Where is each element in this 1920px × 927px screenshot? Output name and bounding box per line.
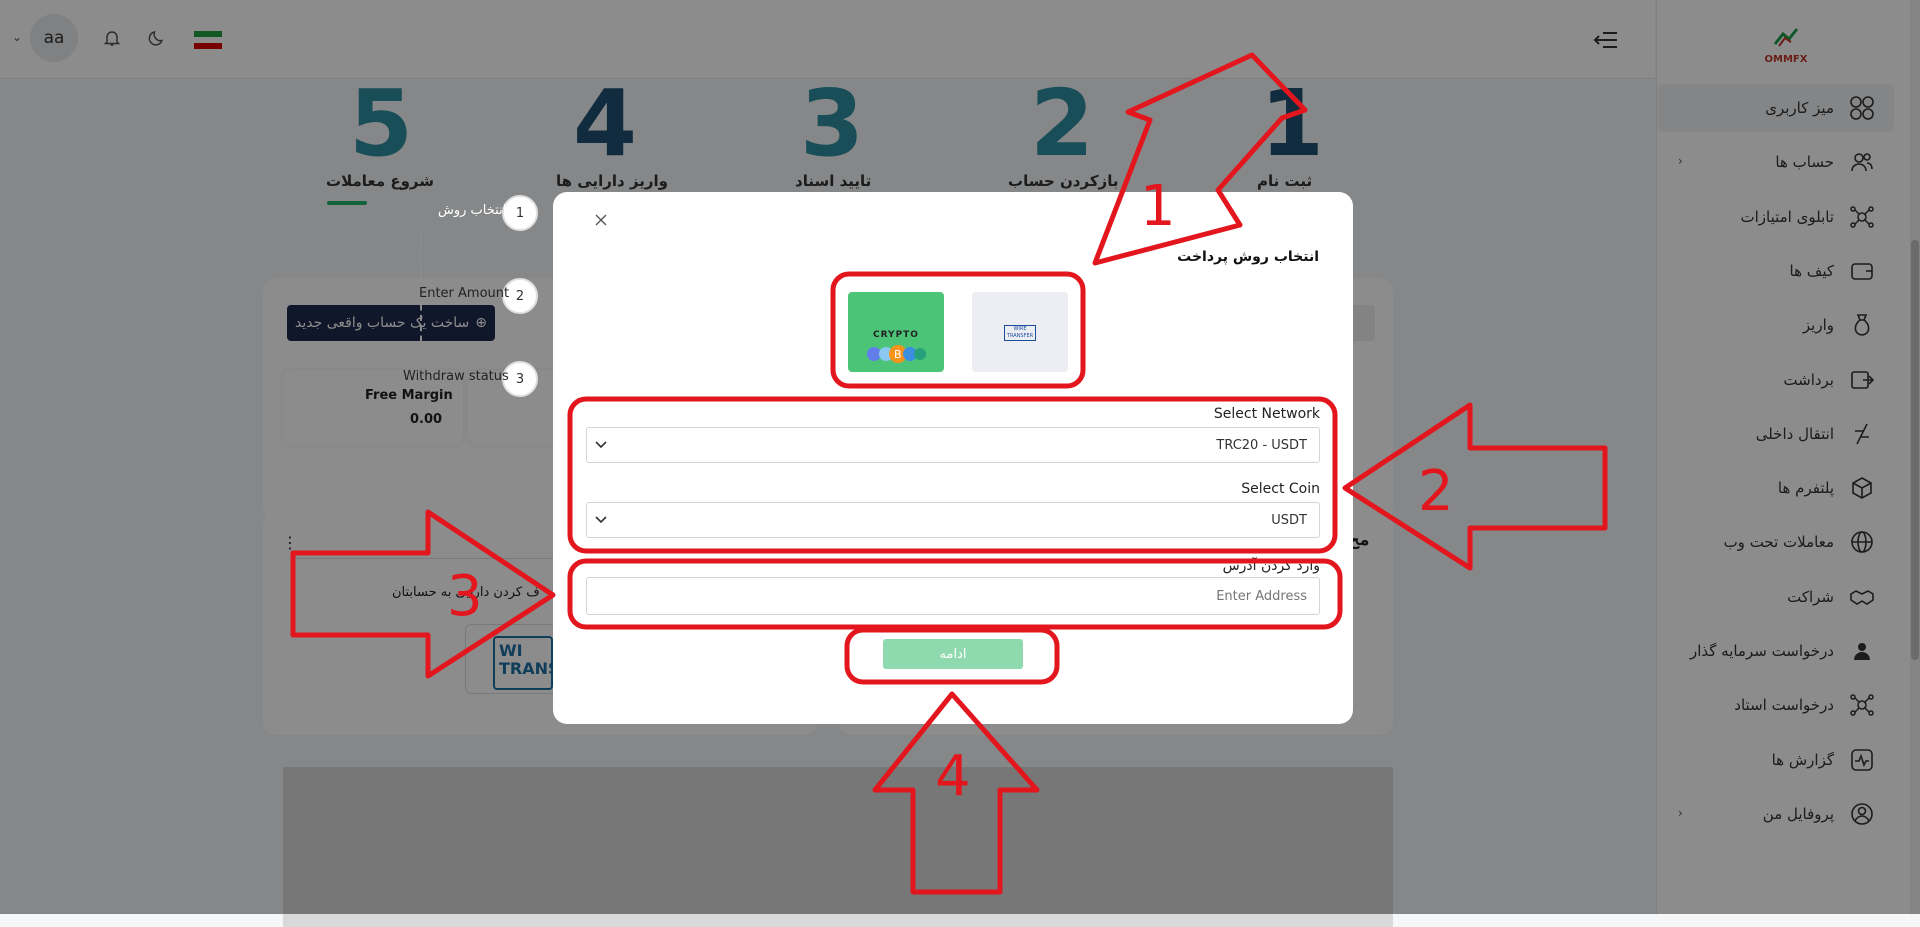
chevron-down-icon xyxy=(595,513,607,528)
continue-button[interactable]: ادامه xyxy=(883,639,1023,669)
deposit-step-1-circle: 1 xyxy=(502,195,538,231)
address-label: وارد کردن آدرس xyxy=(1222,558,1320,574)
deposit-step-1-label: انتخاب روش xyxy=(438,203,507,218)
continue-button-label: ادامه xyxy=(939,646,967,662)
svg-text:B: B xyxy=(894,348,902,361)
deposit-step-3-label: Withdraw status xyxy=(403,369,509,384)
wire-option-label: WIRE TRANSFER xyxy=(1004,325,1036,341)
chevron-down-icon xyxy=(595,438,607,453)
network-label: Select Network xyxy=(1213,406,1320,422)
crypto-option-label: CRYPTO xyxy=(873,330,919,340)
address-input[interactable] xyxy=(586,577,1320,615)
wire-transfer-payment-option[interactable]: WIRE TRANSFER xyxy=(972,292,1068,372)
coin-value: USDT xyxy=(1271,512,1307,528)
network-value: TRC20 - USDT xyxy=(1216,437,1307,453)
crypto-payment-option[interactable]: CRYPTO B xyxy=(848,292,944,372)
coin-select[interactable]: USDT xyxy=(586,502,1320,538)
deposit-step-2-label: Enter Amount xyxy=(419,286,510,301)
network-select[interactable]: TRC20 - USDT xyxy=(586,427,1320,463)
modal-title: انتخاب روش پرداخت xyxy=(1177,249,1319,265)
crypto-coins-icon: B xyxy=(867,345,926,363)
payment-method-modal: انتخاب روش پرداخت CRYPTO B WIRE TRANSFER… xyxy=(553,192,1353,724)
coin-label: Select Coin xyxy=(1241,481,1320,497)
close-icon[interactable] xyxy=(589,208,613,232)
